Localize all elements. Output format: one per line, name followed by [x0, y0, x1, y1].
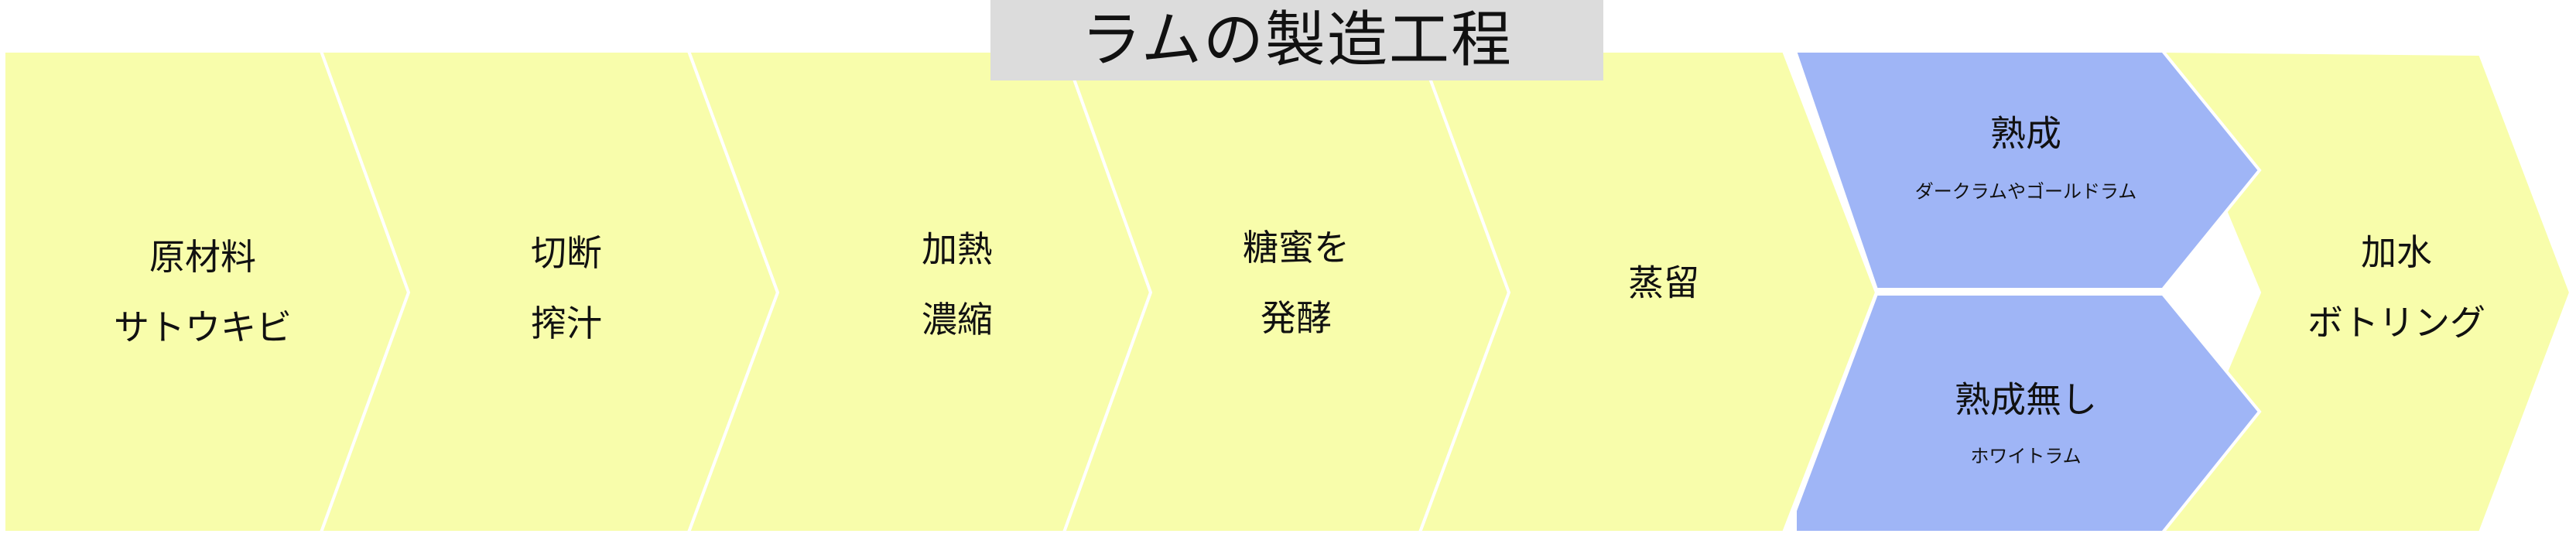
step-label-line: 加水 — [2361, 231, 2432, 273]
title-box: ラムの製造工程 — [990, 0, 1603, 80]
diagram-title: ラムの製造工程 — [1081, 5, 1513, 75]
step-label-heat-concentrate: 加熱 濃縮 — [922, 228, 993, 341]
step-label-line: 加熱 — [922, 227, 993, 270]
step-label-line: 原材料 — [149, 235, 256, 278]
step-label-line: 発酵 — [1261, 297, 1332, 339]
branch-label-aged: 熟成 — [1990, 112, 2061, 155]
step-label-line: 濃縮 — [922, 299, 993, 340]
step-label-line: 切断 — [531, 231, 602, 274]
step-label-cut-squeeze: 切断 搾汁 — [531, 232, 602, 345]
step-label-line: ボトリング — [2307, 302, 2485, 344]
branch-shape-aged — [1793, 50, 2262, 291]
step-label-line: 蒸留 — [1628, 262, 1699, 304]
branch-label-unaged: 熟成無し — [1955, 378, 2097, 421]
branch-sublabel-aged: ダークラムやゴールドラム — [1914, 180, 2137, 203]
step-label-line: 搾汁 — [531, 303, 602, 344]
branch-sublabel-unaged: ホワイトラム — [1970, 445, 2082, 467]
step-label-distill: 蒸留 — [1628, 262, 1699, 304]
step-label-ferment: 糖蜜を 発酵 — [1243, 227, 1350, 340]
step-label-raw-material: 原材料 サトウキビ — [114, 236, 292, 349]
step-label-line: 糖蜜を — [1243, 226, 1350, 268]
step-label-line: サトウキビ — [114, 306, 292, 348]
step-label-bottling: 加水 ボトリング — [2307, 231, 2485, 344]
